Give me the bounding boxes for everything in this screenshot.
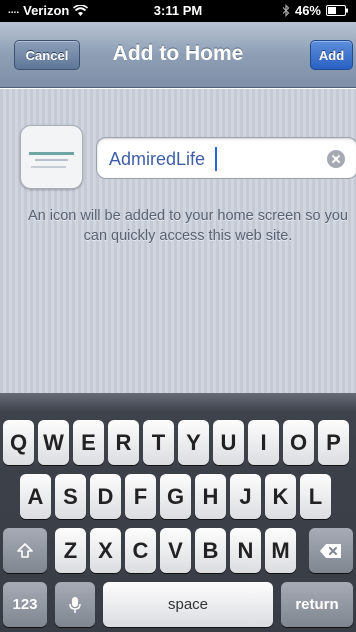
description-text: An icon will be added to your home scree… — [28, 208, 348, 244]
status-right: 46% — [282, 3, 348, 18]
key-n[interactable]: N — [230, 528, 261, 573]
key-k[interactable]: K — [265, 474, 296, 519]
bookmark-name-field[interactable] — [96, 137, 356, 179]
key-j[interactable]: J — [230, 474, 261, 519]
key-w[interactable]: W — [38, 420, 69, 465]
key-f[interactable]: F — [125, 474, 156, 519]
webclip-thumbnail — [20, 125, 83, 189]
key-x[interactable]: X — [90, 528, 121, 573]
key-z[interactable]: Z — [55, 528, 86, 573]
bluetooth-icon — [282, 4, 290, 17]
keyboard: Q W E R T Y U I O P A S D F G H J K L Z … — [0, 393, 356, 632]
delete-key[interactable] — [309, 528, 353, 573]
key-a[interactable]: A — [20, 474, 51, 519]
add-button[interactable]: Add — [310, 40, 353, 70]
key-y[interactable]: Y — [178, 420, 209, 465]
key-m[interactable]: M — [265, 528, 296, 573]
key-c[interactable]: C — [125, 528, 156, 573]
battery-percent: 46% — [294, 3, 321, 18]
shift-key[interactable] — [3, 528, 47, 573]
key-u[interactable]: U — [213, 420, 244, 465]
key-e[interactable]: E — [73, 420, 104, 465]
thumbnail-text-line — [31, 166, 66, 168]
key-q[interactable]: Q — [3, 420, 34, 465]
key-p[interactable]: P — [318, 420, 349, 465]
status-bar: .... Verizon 3:11 PM 46% — [0, 0, 356, 22]
space-key[interactable]: space — [103, 582, 273, 627]
key-i[interactable]: I — [248, 420, 279, 465]
microphone-icon — [69, 596, 81, 613]
bookmark-name-input[interactable] — [109, 146, 319, 172]
thumbnail-text-line — [35, 159, 68, 161]
key-s[interactable]: S — [55, 474, 86, 519]
key-b[interactable]: B — [195, 528, 226, 573]
key-o[interactable]: O — [283, 420, 314, 465]
key-g[interactable]: G — [160, 474, 191, 519]
clear-text-icon[interactable] — [327, 150, 345, 168]
navigation-bar: Cancel Add to Home Add — [0, 22, 356, 88]
backspace-icon — [320, 543, 341, 558]
battery-icon — [326, 5, 348, 16]
shift-arrow-icon — [17, 542, 33, 558]
text-cursor — [215, 147, 217, 171]
page-title: Add to Home — [112, 42, 244, 65]
key-r[interactable]: R — [108, 420, 139, 465]
thumbnail-banner — [29, 152, 74, 155]
key-t[interactable]: T — [143, 420, 174, 465]
key-h[interactable]: H — [195, 474, 226, 519]
add-to-home-content: An icon will be added to your home scree… — [0, 89, 356, 393]
dictation-key[interactable] — [55, 582, 95, 627]
key-d[interactable]: D — [90, 474, 121, 519]
key-l[interactable]: L — [300, 474, 331, 519]
key-v[interactable]: V — [160, 528, 191, 573]
return-key[interactable]: return — [281, 582, 353, 627]
numbers-key[interactable]: 123 — [3, 582, 47, 627]
